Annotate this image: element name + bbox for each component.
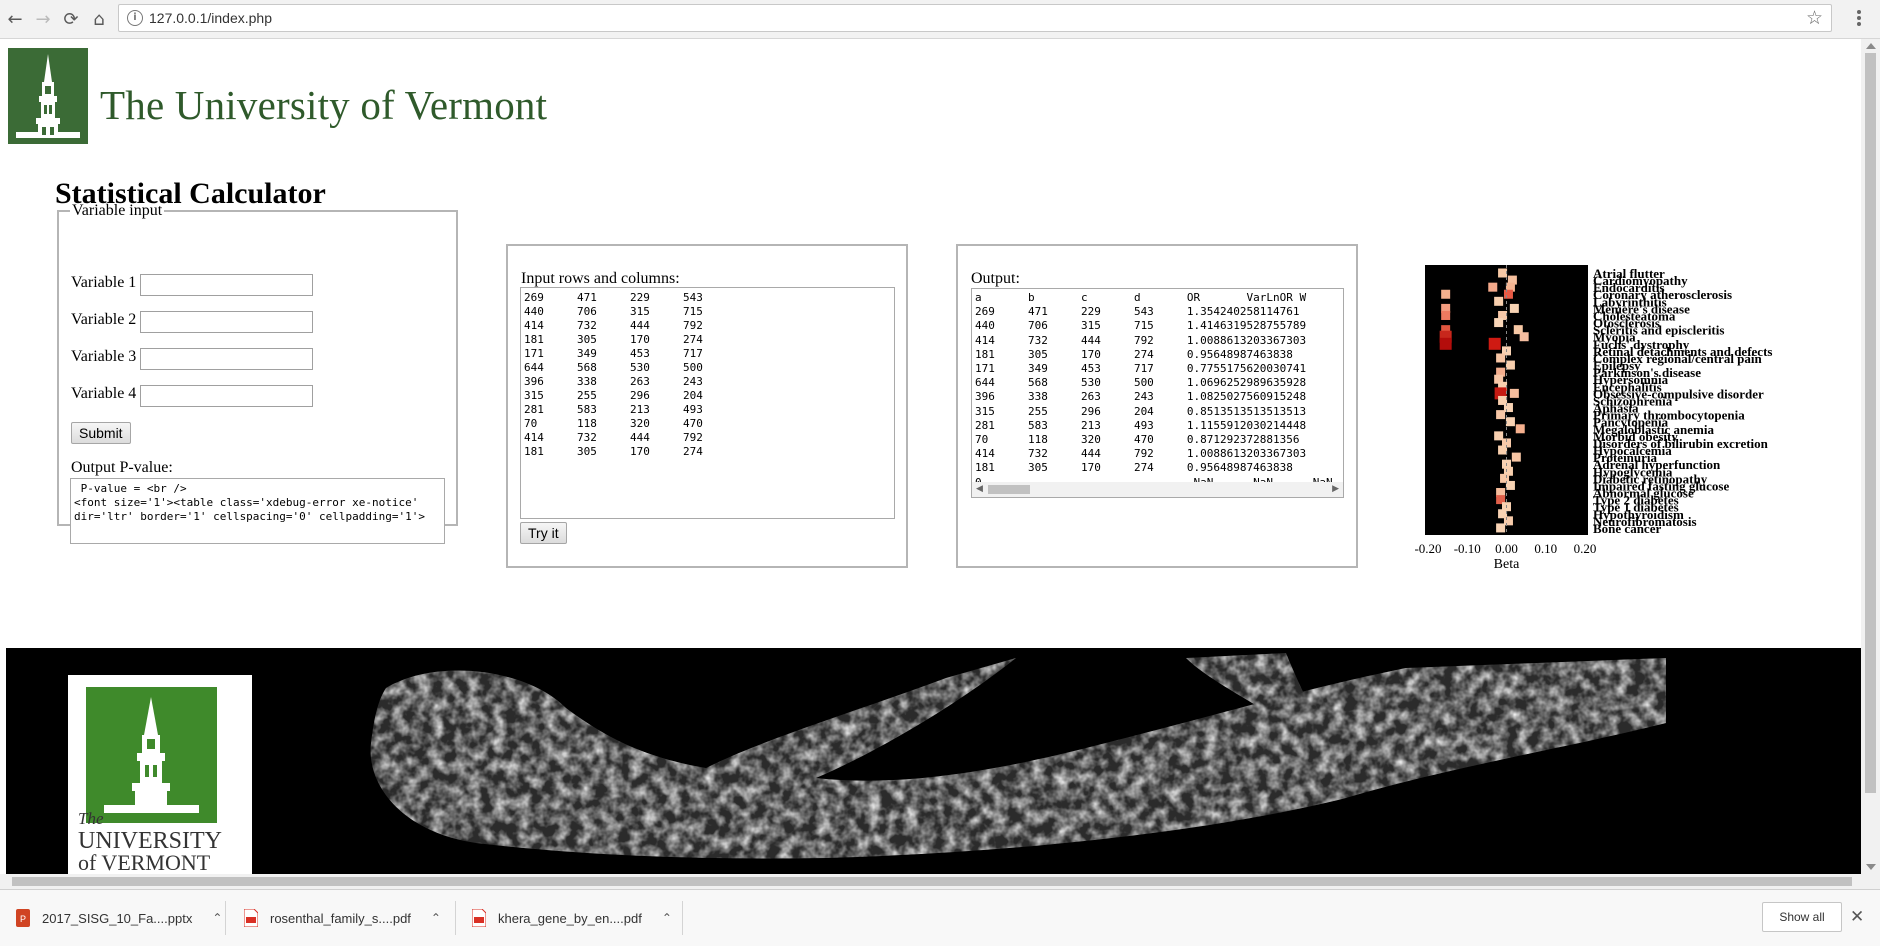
- data-point: [1494, 431, 1504, 441]
- data-point: [1503, 289, 1513, 299]
- data-point: [1505, 360, 1515, 370]
- data-point: [1488, 282, 1498, 292]
- download-filename: rosenthal_family_s....pdf: [270, 910, 411, 926]
- data-point: [1505, 480, 1515, 490]
- browser-toolbar: ← → ⟳ ⌂ i 127.0.0.1/index.php ☆: [0, 0, 1880, 39]
- variable-input-legend: Variable input: [72, 202, 163, 219]
- rows-columns-textarea[interactable]: 269 471 229 543 440 706 315 715 414 732 …: [520, 287, 895, 519]
- output-text: a b c d OR VarLnOR W 269 471 229 543 1.3…: [975, 291, 1333, 489]
- data-point: [1498, 445, 1508, 455]
- data-point: [1505, 417, 1515, 427]
- variable-2-input[interactable]: [140, 311, 313, 333]
- variable-1-input[interactable]: [140, 274, 313, 296]
- variable-4-row: Variable 4: [71, 385, 313, 407]
- variable-2-row: Variable 2: [71, 311, 313, 333]
- logo-line-university: UNIVERSITY: [78, 828, 222, 854]
- browser-menu-icon[interactable]: [1855, 8, 1863, 30]
- rows-columns-label: Input rows and columns:: [521, 270, 680, 287]
- forward-icon[interactable]: →: [30, 6, 56, 32]
- pptx-file-icon: P: [16, 909, 30, 927]
- banner-logo-text: The UNIVERSITY of VERMONT: [78, 808, 248, 874]
- try-it-button[interactable]: Try it: [520, 522, 567, 544]
- home-icon[interactable]: ⌂: [86, 6, 112, 32]
- data-point: [1496, 523, 1506, 533]
- x-tick-label: 0.20: [1574, 541, 1597, 556]
- download-item-pdf-1[interactable]: rosenthal_family_s....pdf ⌃: [243, 890, 441, 946]
- data-point: [1439, 337, 1452, 350]
- page-viewport: The University of Vermont Statistical Ca…: [0, 39, 1861, 874]
- bookmark-star-icon[interactable]: ☆: [1806, 7, 1823, 29]
- page-vertical-scrollbar[interactable]: [1861, 39, 1880, 874]
- close-shelf-icon[interactable]: ✕: [1850, 907, 1864, 927]
- page-horizontal-scrollbar[interactable]: [0, 874, 1880, 889]
- data-point: [1496, 353, 1506, 363]
- output-label: Output:: [971, 270, 1020, 287]
- data-point: [1441, 289, 1451, 299]
- category-label: Bone cancer: [1593, 521, 1661, 536]
- variable-4-input[interactable]: [140, 385, 313, 407]
- output-box[interactable]: a b c d OR VarLnOR W 269 471 229 543 1.3…: [971, 288, 1344, 498]
- chevron-up-icon[interactable]: ⌃: [212, 911, 222, 925]
- data-point: [1496, 410, 1506, 420]
- data-point: [1441, 310, 1451, 320]
- download-shelf: P 2017_SISG_10_Fa....pptx ⌃ rosenthal_fa…: [0, 889, 1880, 946]
- chevron-up-icon[interactable]: ⌃: [662, 911, 672, 925]
- data-point: [1515, 424, 1525, 434]
- download-filename: khera_gene_by_en....pdf: [498, 910, 642, 926]
- pvalue-output-textarea[interactable]: P-value = <br /> <font size='1'><table c…: [70, 478, 445, 544]
- url-text[interactable]: 127.0.0.1/index.php: [149, 10, 272, 26]
- data-point: [1511, 452, 1521, 462]
- show-all-downloads-button[interactable]: Show all: [1762, 902, 1842, 932]
- data-point: [1494, 296, 1504, 306]
- reload-icon[interactable]: ⟳: [58, 6, 84, 32]
- svg-text:P: P: [20, 914, 26, 924]
- logo-line-vermont: of VERMONT: [78, 850, 211, 874]
- microscopy-banner-image: The UNIVERSITY of VERMONT: [6, 648, 1861, 874]
- variable-2-label: Variable 2: [71, 311, 137, 328]
- data-point: [1509, 388, 1519, 398]
- x-axis-label: Beta: [1494, 557, 1520, 572]
- x-tick-label: 0.10: [1534, 541, 1557, 556]
- back-icon[interactable]: ←: [2, 6, 28, 32]
- data-point: [1503, 403, 1513, 413]
- x-tick-label: 0.00: [1495, 541, 1518, 556]
- variable-3-row: Variable 3: [71, 348, 313, 370]
- variable-3-input[interactable]: [140, 348, 313, 370]
- uvm-tower-logo[interactable]: [8, 48, 88, 144]
- data-point: [1509, 303, 1519, 313]
- info-icon[interactable]: i: [127, 10, 143, 26]
- uvm-banner-logo[interactable]: The UNIVERSITY of VERMONT: [68, 675, 252, 874]
- output-horizontal-scrollbar[interactable]: ◀ ▶: [972, 482, 1343, 497]
- tower-logo-square: [86, 687, 217, 823]
- address-bar[interactable]: i 127.0.0.1/index.php ☆: [118, 4, 1832, 32]
- pdf-file-icon: [243, 908, 259, 928]
- data-point: [1494, 318, 1504, 328]
- variable-1-row: Variable 1: [71, 274, 313, 296]
- download-item-pptx[interactable]: P 2017_SISG_10_Fa....pptx ⌃: [16, 890, 222, 946]
- logo-line-the: The: [78, 809, 104, 828]
- forest-plot: Atrial flutterCardiomyopathyEndocarditis…: [1414, 265, 1772, 572]
- x-tick-label: -0.10: [1454, 541, 1481, 556]
- data-point: [1498, 268, 1508, 278]
- variable-4-label: Variable 4: [71, 385, 137, 402]
- data-point: [1488, 337, 1501, 350]
- x-tick-label: -0.20: [1414, 541, 1441, 556]
- pdf-file-icon: [471, 908, 487, 928]
- variable-1-label: Variable 1: [71, 274, 137, 291]
- variable-3-label: Variable 3: [71, 348, 137, 365]
- output-pvalue-label: Output P-value:: [71, 459, 173, 476]
- download-filename: 2017_SISG_10_Fa....pptx: [42, 910, 193, 926]
- university-wordmark[interactable]: The University of Vermont: [100, 81, 547, 129]
- data-point: [1519, 332, 1529, 342]
- chevron-up-icon[interactable]: ⌃: [431, 911, 441, 925]
- download-item-pdf-2[interactable]: khera_gene_by_en....pdf ⌃: [471, 890, 672, 946]
- submit-button[interactable]: Submit: [71, 422, 131, 444]
- data-point: [1503, 516, 1513, 526]
